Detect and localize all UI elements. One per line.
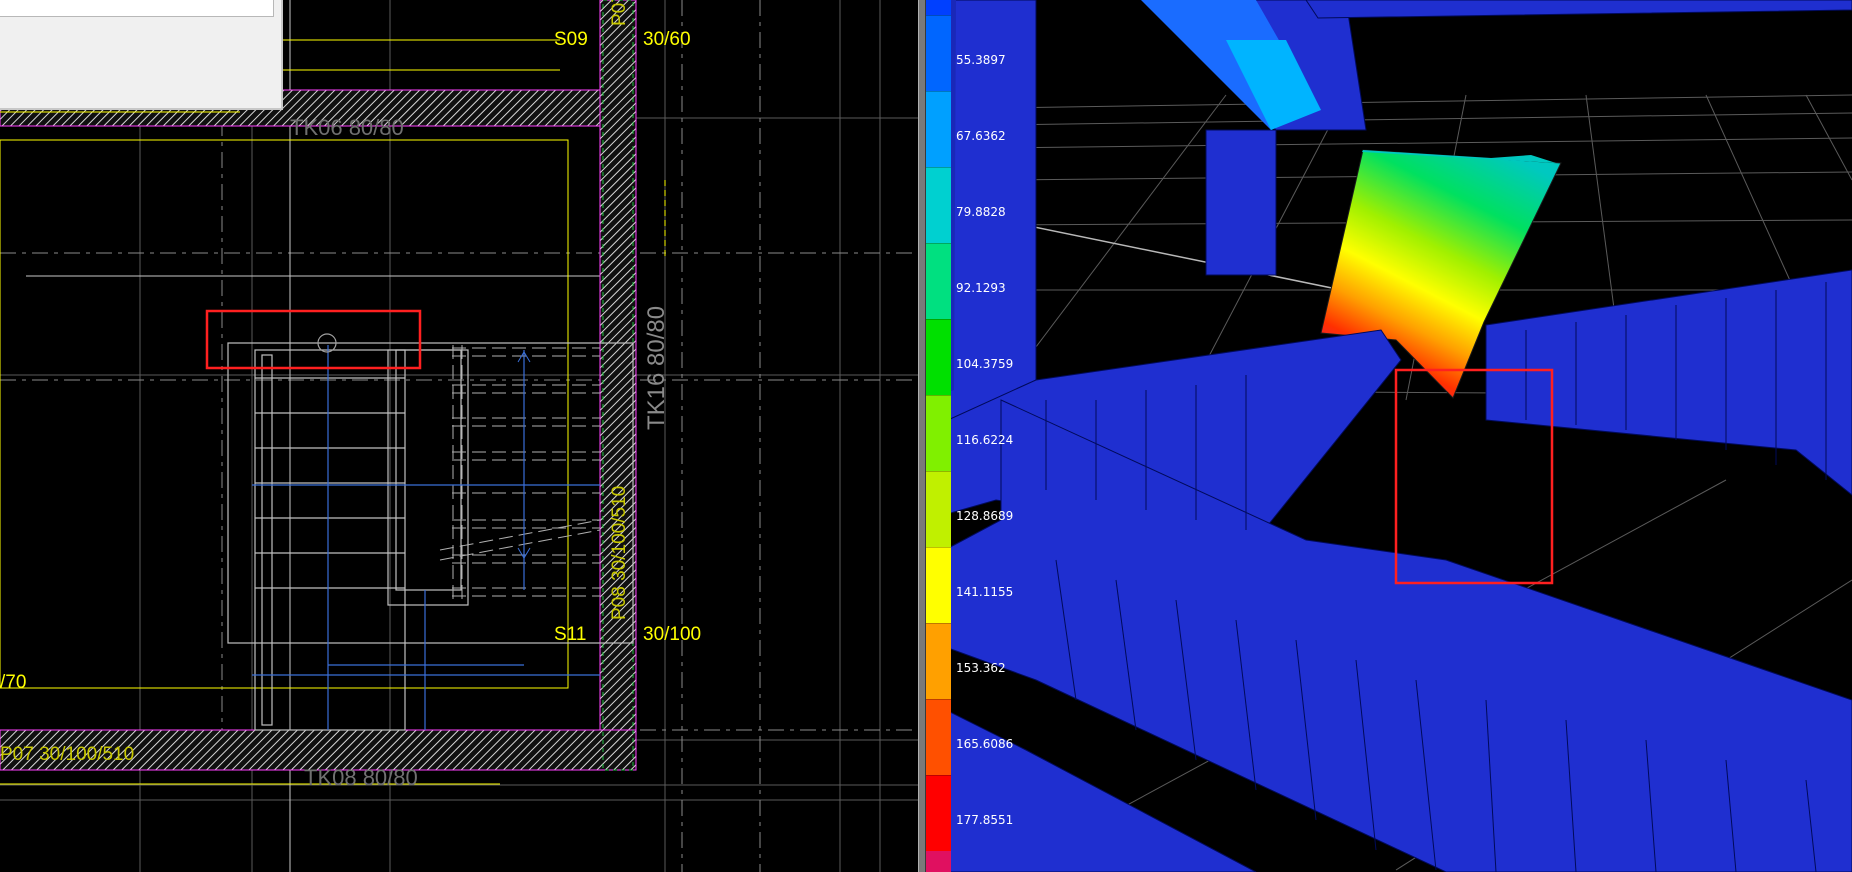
legend-value: 165.6086 [956,737,1014,751]
label-tk08: TK08 80/80 [304,765,418,790]
legend-color-band [926,319,951,395]
legend-color-band [926,395,951,471]
viewport-splitter[interactable] [918,0,926,872]
label-s09-size: 30/60 [643,29,691,50]
legend-value: 92.1293 [956,281,1006,295]
legend-color-bar [926,0,951,872]
overlay-dialog[interactable] [0,0,283,110]
legend-labels: 55.3897 67.6362 79.8828 92.1293 104.3759… [953,0,1023,872]
central-column [1205,129,1277,276]
label-s11-size: 30/100 [643,624,701,645]
legend-color-band [926,167,951,243]
cad-plan-viewport[interactable]: S09 30/60 S11 30/100 TK06 80/80 TK08 80/… [0,0,918,872]
label-70: /70 [0,672,26,693]
label-p08: P08 30/100/510 [609,486,630,620]
legend-color-band [926,91,951,167]
label-top-partial: P07 30/100/510 [609,0,630,26]
legend-value: 79.8828 [956,205,1006,219]
legend-color-band [926,243,951,319]
fem-3d-viewport[interactable]: 55.3897 67.6362 79.8828 92.1293 104.3759… [926,0,1852,872]
dialog-field[interactable] [0,0,274,17]
stair-outline [227,342,634,731]
label-s11: S11 [554,624,586,645]
beam-outlines [0,39,666,785]
fem-render[interactable] [926,0,1852,872]
legend-value: 67.6362 [956,129,1006,143]
legend-value: 177.8551 [956,813,1014,827]
right-wall [1485,269,1852,496]
legend-color-band [926,699,951,775]
stress-legend: 55.3897 67.6362 79.8828 92.1293 104.3759… [926,0,1016,872]
cad-drawing[interactable]: S09 30/60 S11 30/100 TK06 80/80 TK08 80/… [0,0,918,872]
legend-color-band [926,775,951,851]
legend-value: 55.3897 [956,53,1006,67]
label-s09: S09 [554,29,588,50]
legend-color-band [926,623,951,699]
legend-color-band [926,547,951,623]
rebar-lines [252,345,600,730]
wall-right [599,0,637,771]
legend-value: 128.8689 [956,509,1014,523]
legend-color-band [926,851,951,872]
label-tk16: TK16 80/80 [643,306,670,430]
legend-color-band [926,15,951,91]
legend-value: 141.1155 [956,585,1014,599]
legend-value: 104.3759 [956,357,1014,371]
legend-color-band [926,0,951,15]
label-p07: P07 30/100/510 [0,744,134,765]
legend-color-band [926,471,951,547]
legend-value: 116.6224 [956,433,1014,447]
legend-value: 153.362 [956,661,1006,675]
stair-treads-right [439,345,601,600]
label-tk06: TK06 80/80 [290,115,404,140]
upper-slab [1305,0,1852,19]
